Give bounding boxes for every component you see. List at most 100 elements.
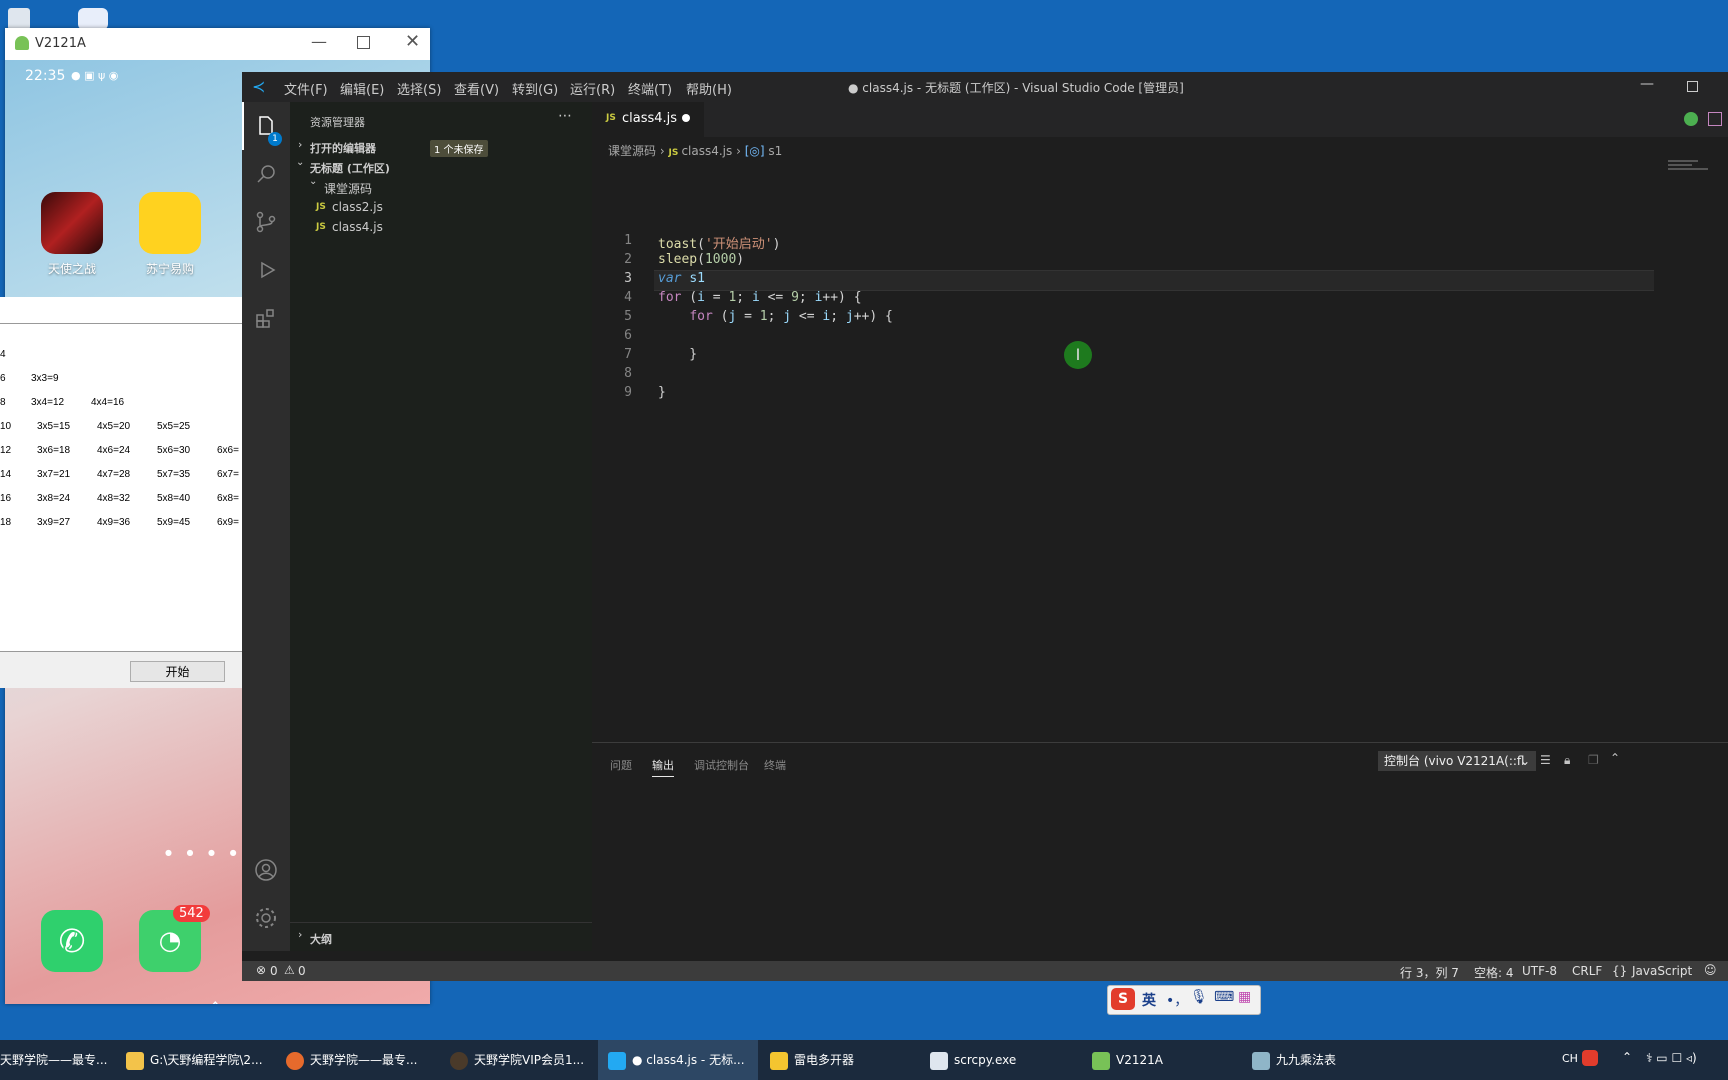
open-editors-section[interactable]: 打开的编辑器	[310, 140, 376, 156]
menu-help[interactable]: 帮助(H)	[686, 79, 732, 98]
breadcrumb-symbol[interactable]: s1	[768, 144, 782, 158]
app-tianshizhizhan-icon[interactable]	[41, 192, 103, 254]
taskbar-item-scrcpy[interactable]: scrcpy.exe	[930, 1040, 1070, 1080]
close-button[interactable]: ✕	[405, 31, 420, 52]
line-ending[interactable]: CRLF	[1572, 964, 1602, 978]
maximize-button[interactable]	[357, 36, 370, 49]
encoding[interactable]: UTF-8	[1522, 964, 1557, 978]
menu-run[interactable]: 运行(R)	[570, 79, 615, 98]
panel-tab-output[interactable]: 输出	[652, 757, 674, 777]
panel-tab-terminal[interactable]: 终端	[764, 757, 786, 773]
app-icon	[450, 1051, 468, 1070]
file-item-class2[interactable]: class2.js	[332, 200, 383, 214]
ime-mode[interactable]: 英	[1142, 990, 1156, 1010]
taskbar-item-folder[interactable]: G:\天野编程学院\2...	[126, 1040, 266, 1080]
minimize-button[interactable]: —	[1640, 76, 1654, 92]
feedback-icon[interactable]: ☺	[1704, 963, 1717, 977]
desktop-icon-2[interactable]	[78, 8, 108, 30]
phone-window-titlebar[interactable]: V2121A — ✕	[5, 28, 430, 60]
multiplication-table-dialog: 4 6 3x3=9 8 3x4=12 4x4=16 10 3x5=15 4x5=20 5x5…	[0, 297, 242, 688]
panel-tab-debug-console[interactable]: 调试控制台	[694, 757, 749, 773]
chevron-down-icon[interactable]: ⌄	[296, 157, 304, 168]
menu-terminal[interactable]: 终端(T)	[628, 79, 672, 98]
app-suning-icon[interactable]	[139, 192, 201, 254]
errors-count[interactable]: 0	[270, 964, 278, 978]
indentation[interactable]: 空格: 4	[1474, 964, 1514, 981]
errors-icon[interactable]: ⊗	[256, 963, 266, 977]
panel-tab-problems[interactable]: 问题	[610, 757, 632, 773]
taskbar-item-leidian[interactable]: 雷电多开器	[770, 1040, 910, 1080]
taskbar-item-table-app[interactable]: 九九乘法表	[1252, 1040, 1392, 1080]
nav-home-icon[interactable]: ⌂	[209, 994, 222, 1004]
menu-goto[interactable]: 转到(G)	[512, 79, 558, 98]
nav-menu-icon[interactable]: ≡	[101, 998, 116, 1004]
activity-bar: 1	[242, 102, 290, 951]
chevron-up-icon[interactable]: ⌃	[1610, 751, 1620, 765]
warnings-count[interactable]: 0	[298, 964, 306, 978]
tray-icons[interactable]: ⚕ ▭ ☐ ◃)	[1646, 1051, 1697, 1065]
menu-selection[interactable]: 选择(S)	[397, 79, 441, 98]
menu-edit[interactable]: 编辑(E)	[340, 79, 384, 98]
extensions-icon[interactable]	[254, 306, 278, 330]
clear-output-icon[interactable]: ☰	[1540, 753, 1551, 767]
workspace-section[interactable]: 无标题 (工作区)	[310, 160, 390, 176]
editor-area[interactable]: JS class4.js 课堂源码 › JS class4.js › [◎] s…	[592, 102, 1728, 742]
maximize-button[interactable]	[1687, 81, 1698, 92]
taskbar-item-vscode[interactable]: ● class4.js - 无标...	[598, 1040, 758, 1080]
tab-class4[interactable]: JS class4.js	[592, 102, 704, 137]
file-item-class4[interactable]: class4.js	[332, 220, 383, 234]
unsaved-dot-icon[interactable]	[682, 114, 690, 122]
ime-toolbar[interactable]: S 英 •， 🎙︎ ⌨ ▦	[1107, 985, 1261, 1015]
copy-icon[interactable]: ❐	[1588, 753, 1599, 767]
explorer-header: 资源管理器	[310, 116, 365, 129]
desktop-icon-1[interactable]	[8, 8, 30, 30]
search-icon[interactable]	[254, 162, 278, 186]
run-extension-icon[interactable]	[1684, 112, 1698, 126]
vscode-titlebar[interactable]: ≺ 文件(F) 编辑(E) 选择(S) 查看(V) 转到(G) 运行(R) 终端…	[242, 72, 1728, 102]
split-editor-icon[interactable]	[1708, 112, 1722, 126]
more-actions-icon[interactable]: ⋯	[558, 108, 572, 124]
folder-item[interactable]: 课堂源码	[324, 180, 372, 197]
menu-view[interactable]: 查看(V)	[454, 79, 499, 98]
lock-scroll-icon[interactable]: 🔒︎	[1564, 753, 1570, 768]
table-cell: 8	[0, 397, 6, 408]
taskbar-label: 天野学院——最专...	[0, 1053, 108, 1067]
vscode-logo-icon: ≺	[252, 77, 266, 96]
taskbar-item-firefox[interactable]: 天野学院——最专...	[286, 1040, 430, 1080]
menu-file[interactable]: 文件(F)	[284, 79, 328, 98]
chevron-right-icon[interactable]: ›	[298, 928, 302, 941]
account-icon[interactable]	[254, 858, 278, 882]
ime-punctuation[interactable]: •，	[1166, 990, 1188, 1010]
start-button[interactable]: 开始	[130, 661, 225, 682]
taskbar-item-v2121a[interactable]: V2121A	[1092, 1040, 1232, 1080]
taskbar-item-vip[interactable]: 天野学院VIP会员1...	[450, 1040, 594, 1080]
table-cell: 5x7=35	[157, 469, 191, 480]
tray-language[interactable]: CH	[1562, 1052, 1578, 1065]
warnings-icon[interactable]: ⚠	[284, 963, 295, 977]
keyboard-icon[interactable]: ⌨	[1214, 989, 1234, 1005]
outline-section[interactable]: 大纲	[310, 931, 332, 947]
microphone-icon[interactable]: 🎙︎	[1190, 989, 1208, 1005]
minimap[interactable]	[1668, 158, 1728, 178]
cursor-position[interactable]: 行 3，列 7	[1400, 964, 1459, 981]
output-channel-select[interactable]: 控制台 (vivo V2121A(::fl ⌄	[1378, 751, 1536, 771]
breadcrumb-file[interactable]: class4.js	[681, 144, 732, 158]
minimize-button[interactable]: —	[311, 32, 327, 51]
language-mode[interactable]: JavaScript	[1632, 964, 1692, 978]
run-debug-icon[interactable]	[254, 258, 278, 282]
phone-call-icon[interactable]: ✆	[41, 910, 103, 972]
toolbox-icon[interactable]: ▦	[1238, 989, 1251, 1005]
taskbar-label: V2121A	[1116, 1053, 1163, 1067]
table-cell: 3x4=12	[31, 397, 65, 408]
status-bar: ⊗ 0 ⚠ 0 行 3，列 7 空格: 4 UTF-8 CRLF {} Java…	[242, 961, 1728, 981]
tray-sogou-icon[interactable]	[1582, 1050, 1598, 1066]
settings-gear-icon[interactable]	[254, 906, 278, 930]
source-control-icon[interactable]	[254, 210, 278, 234]
taskbar-item-browser-1[interactable]: 天野学院——最专...	[0, 1040, 112, 1080]
tray-chevron-up-icon[interactable]: ⌃	[1622, 1050, 1632, 1064]
chevron-down-icon[interactable]: ⌄	[309, 176, 317, 187]
breadcrumb-folder[interactable]: 课堂源码	[608, 144, 656, 158]
android-icon	[1092, 1051, 1110, 1070]
chevron-right-icon[interactable]: ›	[298, 138, 302, 151]
